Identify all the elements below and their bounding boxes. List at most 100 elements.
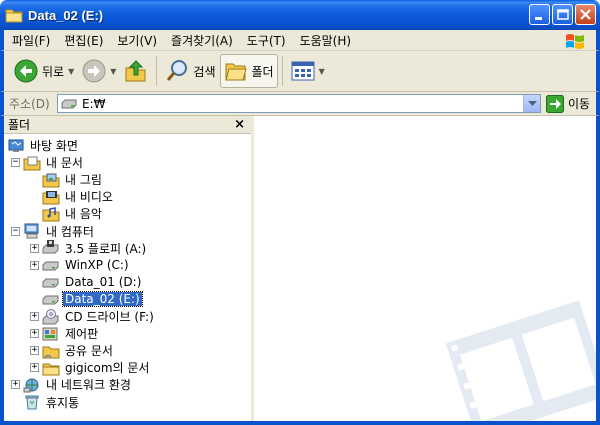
folders-button[interactable]: 폴더 — [219, 54, 278, 88]
network-icon — [23, 378, 39, 393]
folder-icon — [5, 9, 23, 23]
up-folder-button[interactable] — [120, 54, 152, 88]
menu-tools[interactable]: 도구(T) — [247, 32, 286, 49]
tree-expander-spacer — [30, 209, 39, 218]
expand-icon[interactable]: + — [30, 312, 39, 321]
tree-item[interactable]: + WinXP (C:) — [30, 257, 131, 274]
tree-item[interactable]: + 공유 문서 — [30, 342, 115, 359]
expand-icon[interactable]: + — [30, 260, 39, 270]
expand-icon[interactable]: + — [11, 380, 20, 390]
tree-item[interactable]: + gigicom의 문서 — [30, 359, 151, 376]
tree-item[interactable]: 내 음악 — [30, 205, 104, 222]
tree-expander-spacer — [30, 295, 39, 304]
collapse-icon[interactable]: − — [11, 158, 20, 168]
go-label: 이동 — [568, 97, 591, 111]
folder-pane-close-button[interactable]: × — [234, 117, 245, 132]
film-watermark-icon — [445, 301, 596, 421]
tree-item[interactable]: − 내 문서 — [11, 154, 85, 171]
tree-item-label: WinXP (C:) — [65, 258, 129, 273]
expand-icon[interactable]: + — [30, 346, 39, 356]
search-button[interactable]: 검색 — [161, 54, 219, 88]
menu-edit[interactable]: 편집(E) — [64, 32, 103, 49]
tree-item[interactable]: Data_01 (D:) — [30, 274, 143, 291]
views-dropdown-icon[interactable]: ▼ — [319, 67, 325, 76]
folder-pane-header: 폴더 × — [4, 116, 251, 134]
tree-item[interactable]: 바탕 화면 — [7, 137, 80, 154]
hard-drive-icon — [42, 295, 59, 305]
tree-item-label: 내 네트워크 환경 — [46, 378, 131, 393]
back-dropdown-icon[interactable]: ▼ — [68, 67, 74, 76]
folders-label: 폴더 — [251, 64, 274, 79]
tree-item[interactable]: + 제어판 — [30, 325, 100, 342]
folder-tree-pane: 폴더 × 바탕 화면 − 내 문서 내 그림 내 비디오 내 음악 − 내 컴퓨터 +3.5 플… — [4, 116, 254, 421]
tree-item-label: 내 음악 — [65, 207, 102, 222]
tree-item[interactable]: 휴지통 — [11, 394, 81, 411]
tree-item-label: 내 컴퓨터 — [46, 224, 94, 239]
minimize-button[interactable] — [529, 4, 550, 25]
address-input[interactable]: E:₩ — [57, 94, 541, 113]
back-label: 뒤로 — [42, 64, 65, 79]
tree-item[interactable]: +3.5 플로피 (A:) — [30, 240, 148, 257]
back-button[interactable]: 뒤로 ▼ — [10, 54, 78, 88]
hard-drive-icon — [61, 99, 77, 108]
address-value: E:₩ — [82, 96, 106, 111]
tree-item[interactable]: − 내 컴퓨터 — [11, 223, 96, 240]
explorer-content: 폴더 × 바탕 화면 − 내 문서 내 그림 내 비디오 내 음악 − 내 컴퓨터 +3.5 플… — [0, 116, 600, 425]
address-dropdown-button[interactable] — [523, 95, 540, 112]
tree-item-label: 바탕 화면 — [30, 139, 78, 153]
minimize-icon — [535, 17, 542, 20]
tree-expander-spacer — [30, 175, 39, 184]
recycle-bin-icon — [25, 395, 39, 410]
forward-arrow-icon — [82, 59, 106, 83]
tree-item-label: Data_02 (E:) — [62, 291, 143, 308]
maximize-button[interactable] — [552, 4, 573, 25]
cd-drive-icon — [42, 308, 59, 324]
tree-item[interactable]: + 내 네트워크 환경 — [11, 376, 133, 393]
tree-expander-spacer — [11, 398, 20, 407]
collapse-icon[interactable]: − — [11, 226, 20, 236]
folders-icon — [224, 63, 247, 81]
address-label: 주소(D) — [9, 97, 50, 111]
tree-item-label: 3.5 플로피 (A:) — [65, 241, 147, 256]
menu-help[interactable]: 도움말(H) — [300, 32, 352, 49]
hard-drive-icon — [42, 261, 59, 271]
window-title: Data_02 (E:) — [28, 7, 104, 23]
tree-expander-spacer — [30, 192, 39, 201]
tree-item[interactable]: Data_02 (E:) — [30, 291, 143, 308]
toolbar: 뒤로 ▼ ▼ 검색 폴더 ▼ — [0, 51, 600, 92]
close-button[interactable] — [575, 4, 596, 25]
desktop-icon — [8, 139, 24, 152]
tree-item[interactable]: + CD 드라이브 (F:) — [30, 308, 156, 325]
file-list-pane[interactable] — [257, 116, 596, 421]
expand-icon[interactable]: + — [30, 243, 39, 253]
menu-view[interactable]: 보기(V) — [117, 32, 157, 49]
folder-icon — [42, 363, 60, 376]
shared-folder-icon — [42, 346, 60, 359]
my-documents-icon — [23, 156, 41, 171]
menu-file[interactable]: 파일(F) — [12, 32, 50, 49]
views-button[interactable]: ▼ — [287, 54, 329, 88]
tree-item[interactable]: 내 그림 — [30, 171, 104, 188]
tree-item-label: 공유 문서 — [65, 344, 113, 359]
tree-item-label: 내 문서 — [46, 156, 83, 171]
my-computer-icon — [24, 223, 39, 239]
search-label: 검색 — [193, 64, 216, 79]
hard-drive-icon — [42, 278, 59, 288]
video-folder-icon — [42, 190, 60, 205]
tree-item-label: gigicom의 문서 — [65, 361, 150, 376]
tree-item-label: CD 드라이브 (F:) — [65, 310, 154, 324]
tree-item-label: Data_01 (D:) — [65, 275, 142, 290]
tree-item[interactable]: 내 비디오 — [30, 188, 115, 205]
forward-dropdown-icon[interactable]: ▼ — [110, 67, 116, 76]
expand-icon[interactable]: + — [30, 329, 39, 339]
up-folder-icon — [125, 60, 146, 82]
forward-button[interactable]: ▼ — [78, 54, 120, 88]
go-arrow-icon — [546, 94, 564, 113]
menu-favorites[interactable]: 즐겨찾기(A) — [171, 32, 233, 49]
tree-item-label: 휴지통 — [46, 395, 80, 410]
toolbar-separator — [281, 56, 283, 86]
expand-icon[interactable]: + — [30, 363, 39, 373]
go-button[interactable]: 이동 — [546, 94, 591, 113]
tree-item-label: 내 그림 — [65, 173, 102, 188]
title-bar[interactable]: Data_02 (E:) — [0, 0, 600, 30]
